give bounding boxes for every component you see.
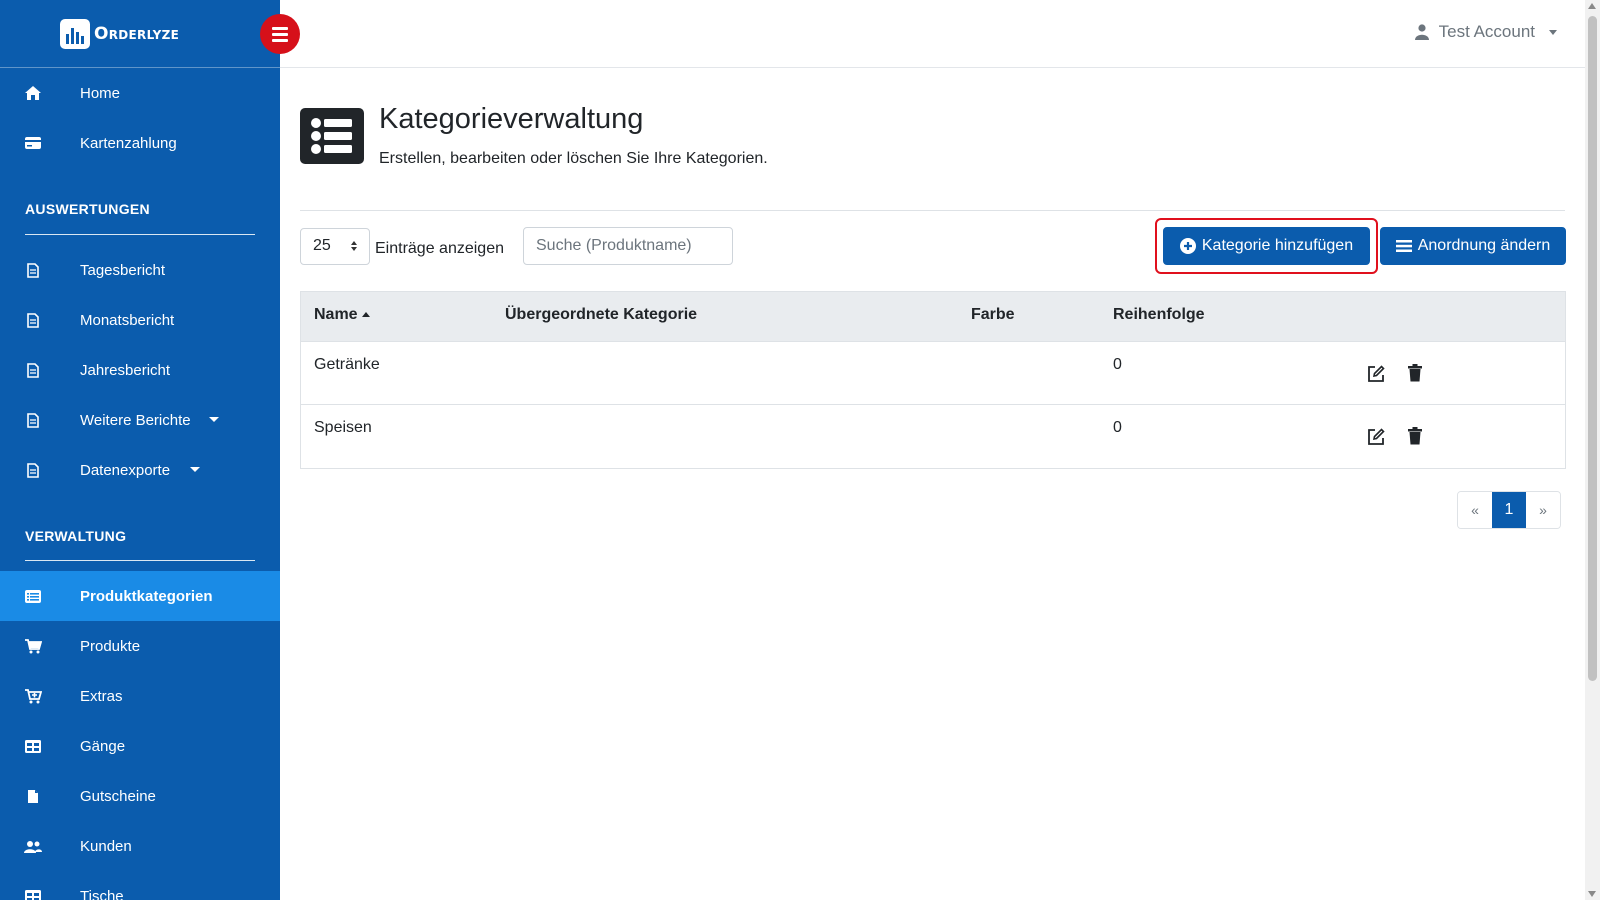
- sidebar-item-label: Gänge: [80, 737, 126, 755]
- sidebar-item-label: Gutscheine: [80, 787, 156, 805]
- table-icon: [24, 887, 42, 900]
- sidebar-item-gutscheine[interactable]: Gutscheine: [0, 771, 280, 821]
- brand[interactable]: Orderlyze: [0, 0, 280, 68]
- sidebar-item-kunden[interactable]: Kunden: [0, 821, 280, 871]
- pagination: « 1 »: [1457, 491, 1561, 529]
- page-list-icon: [300, 108, 364, 164]
- plus-circle-icon: [1179, 238, 1196, 254]
- add-category-button[interactable]: Kategorie hinzufügen: [1163, 227, 1370, 265]
- scrollbar-thumb[interactable]: [1588, 16, 1597, 681]
- add-category-label: Kategorie hinzufügen: [1201, 237, 1354, 254]
- user-icon: [1414, 24, 1429, 40]
- sidebar-item-label: Home: [80, 84, 121, 102]
- header-divider: [300, 210, 1565, 211]
- home-icon: [24, 84, 42, 102]
- sidebar-item-extras[interactable]: Extras: [0, 671, 280, 721]
- sidebar: Orderlyze Home Kartenzahlung AUSWERTUNGE…: [0, 0, 280, 900]
- page-scrollbar[interactable]: [1585, 0, 1600, 900]
- caret-down-icon: [1549, 29, 1557, 35]
- users-icon: [24, 837, 42, 855]
- page-subtitle: Erstellen, bearbeiten oder löschen Sie I…: [379, 150, 768, 167]
- sidebar-item-label: Tagesbericht: [80, 261, 166, 279]
- pagination-page-button[interactable]: 1: [1492, 492, 1526, 528]
- file-icon: [24, 261, 42, 279]
- cell-name: Getränke: [314, 356, 380, 373]
- sidebar-item-tische[interactable]: Tische: [0, 871, 280, 900]
- sidebar-item-label: Produktkategorien: [80, 587, 213, 605]
- sidebar-item-datenexporte[interactable]: Datenexporte: [0, 445, 280, 495]
- cell-name: Speisen: [314, 419, 372, 436]
- account-name: Test Account: [1438, 22, 1535, 41]
- list-icon: [24, 587, 42, 605]
- column-header-color[interactable]: Farbe: [971, 306, 1015, 324]
- caret-down-icon: [209, 417, 219, 422]
- sidebar-item-kartenzahlung[interactable]: Kartenzahlung: [0, 118, 280, 168]
- reorder-button[interactable]: Anordnung ändern: [1380, 227, 1566, 265]
- page-length-select[interactable]: 25: [300, 228, 370, 265]
- sidebar-item-label: Datenexporte: [80, 461, 171, 479]
- column-header-name[interactable]: Name: [314, 306, 370, 324]
- sidebar-toggle-button[interactable]: [260, 14, 300, 54]
- hamburger-icon: [272, 26, 288, 30]
- sidebar-item-label: Monatsbericht: [80, 311, 175, 329]
- sidebar-item-home[interactable]: Home: [0, 68, 280, 118]
- sidebar-item-monatsbericht[interactable]: Monatsbericht: [0, 295, 280, 345]
- sidebar-item-label: Kunden: [80, 837, 132, 855]
- file-icon: [24, 461, 42, 479]
- file-icon: [24, 311, 42, 329]
- sidebar-item-label: Tische: [80, 887, 124, 900]
- caret-down-icon: [190, 467, 200, 472]
- section-divider: [25, 234, 255, 235]
- section-divider: [25, 560, 255, 561]
- sidebar-item-jahresbericht[interactable]: Jahresbericht: [0, 345, 280, 395]
- sidebar-item-label: Kartenzahlung: [80, 134, 177, 152]
- trash-icon[interactable]: [1407, 364, 1429, 386]
- sidebar-item-produktkategorien[interactable]: Produktkategorien: [0, 571, 280, 621]
- section-heading-auswertungen: AUSWERTUNGEN: [25, 201, 150, 217]
- scroll-up-arrow-icon[interactable]: [1588, 3, 1596, 9]
- sidebar-item-weitere-berichte[interactable]: Weitere Berichte: [0, 395, 280, 445]
- sidebar-item-label: Produkte: [80, 637, 141, 655]
- page-length-value: 25: [313, 237, 331, 254]
- column-header-parent[interactable]: Übergeordnete Kategorie: [505, 306, 697, 324]
- file-icon: [24, 361, 42, 379]
- categories-table: Name Übergeordnete Kategorie Farbe Reihe…: [300, 291, 1566, 469]
- table-row: Getränke 0: [301, 342, 1565, 405]
- credit-card-icon: [24, 134, 42, 152]
- voucher-icon: [24, 787, 42, 805]
- table-icon: [24, 737, 42, 755]
- sidebar-item-tagesbericht[interactable]: Tagesbericht: [0, 245, 280, 295]
- cart-plus-icon: [24, 687, 42, 705]
- scroll-down-arrow-icon[interactable]: [1588, 891, 1596, 897]
- select-arrows-icon: [351, 241, 357, 253]
- table-header-row: Name Übergeordnete Kategorie Farbe Reihe…: [301, 292, 1565, 342]
- reorder-label: Anordnung ändern: [1417, 237, 1551, 254]
- bars-icon: [1395, 240, 1412, 252]
- column-header-order[interactable]: Reihenfolge: [1113, 306, 1205, 324]
- cell-order: 0: [1113, 419, 1122, 436]
- sidebar-item-label: Extras: [80, 687, 123, 705]
- brand-logo-icon: [60, 18, 90, 49]
- account-menu[interactable]: Test Account: [1414, 22, 1557, 42]
- pagination-next-button[interactable]: »: [1526, 492, 1560, 528]
- cell-order: 0: [1113, 356, 1122, 373]
- page-length-label: Einträge anzeigen: [375, 240, 504, 257]
- cart-icon: [24, 637, 42, 655]
- section-heading-verwaltung: VERWALTUNG: [25, 528, 127, 544]
- topbar: Test Account: [280, 0, 1585, 68]
- table-row: Speisen 0: [301, 405, 1565, 468]
- sort-asc-icon: [361, 312, 370, 318]
- trash-icon[interactable]: [1407, 427, 1429, 449]
- sidebar-item-label: Jahresbericht: [80, 361, 171, 379]
- edit-icon[interactable]: [1366, 364, 1388, 386]
- sidebar-item-label: Weitere Berichte: [80, 411, 191, 429]
- brand-name: Orderlyze: [94, 23, 180, 44]
- sidebar-item-produkte[interactable]: Produkte: [0, 621, 280, 671]
- search-input[interactable]: [523, 227, 733, 265]
- edit-icon[interactable]: [1366, 427, 1388, 449]
- file-icon: [24, 411, 42, 429]
- pagination-prev-button[interactable]: «: [1458, 492, 1492, 528]
- sidebar-item-gaenge[interactable]: Gänge: [0, 721, 280, 771]
- page-title: Kategorieverwaltung: [379, 103, 644, 135]
